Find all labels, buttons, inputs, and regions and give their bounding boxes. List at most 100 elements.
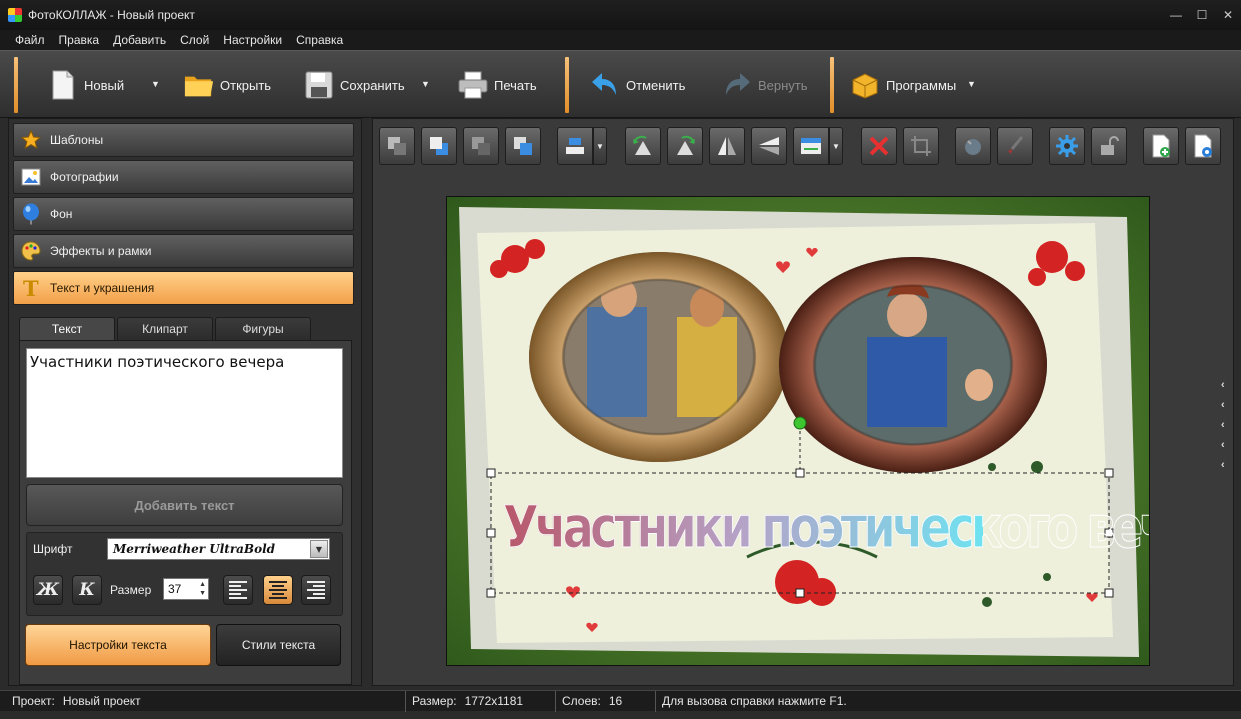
section-templates[interactable]: Шаблоны — [13, 123, 354, 157]
canvas-caption-text[interactable]: Участники поэтического вечера — [503, 487, 1149, 567]
settings-button[interactable] — [1049, 127, 1085, 165]
spin-arrows-icon[interactable]: ▲ ▼ — [199, 580, 206, 598]
lock-button[interactable] — [1091, 127, 1127, 165]
tab-clipart[interactable]: Клипарт — [117, 317, 213, 341]
maximize-button[interactable]: ☐ — [1189, 0, 1215, 30]
balloon-icon — [20, 203, 42, 225]
floppy-disk-icon — [304, 70, 334, 100]
fit-button[interactable] — [793, 127, 829, 165]
caption-text-input[interactable]: Участники поэтического вечера — [26, 348, 343, 478]
menu-layer[interactable]: Слой — [173, 33, 216, 47]
align-left-button[interactable] — [223, 575, 253, 605]
bring-to-front-button[interactable] — [421, 127, 457, 165]
canvas-toolbar: ▼ ▼ — [379, 127, 1229, 167]
undo-label: Отменить — [626, 77, 686, 93]
effects-button[interactable] — [955, 127, 991, 165]
left-panel: Шаблоны Фотографии Фон Эффекты и рамки T… — [8, 118, 362, 686]
star-icon — [20, 129, 42, 151]
new-dropdown-caret[interactable]: ▼ — [151, 79, 160, 89]
section-text-decorations[interactable]: T Текст и украшения — [13, 271, 354, 305]
menu-settings[interactable]: Настройки — [216, 33, 289, 47]
collapse-arrows[interactable]: ‹ ‹ ‹ ‹ ‹ — [1221, 375, 1231, 475]
save-label: Сохранить — [340, 77, 405, 93]
programs-button[interactable]: Программы — [850, 61, 956, 109]
section-photos[interactable]: Фотографии — [13, 160, 354, 194]
menu-help[interactable]: Справка — [289, 33, 350, 47]
collage-artwork — [447, 197, 1149, 665]
brush-icon — [1008, 136, 1024, 154]
size-label: Размер — [110, 583, 152, 597]
bold-button[interactable]: Ж — [33, 575, 63, 605]
minimize-button[interactable]: — — [1163, 0, 1189, 30]
tab-text[interactable]: Текст — [19, 317, 115, 341]
menu-file[interactable]: Файл — [8, 33, 52, 47]
text-settings-button[interactable]: Настройки текста — [25, 624, 211, 666]
collapse-arrow-icon[interactable]: ‹ — [1221, 415, 1231, 435]
rotate-right-button[interactable] — [667, 127, 703, 165]
collage-canvas[interactable]: Участники поэтического вечера — [446, 196, 1150, 666]
rotate-left-button[interactable] — [625, 127, 661, 165]
align-left-icon — [229, 581, 247, 599]
font-family-select[interactable]: Merriweather UltraBold ▼ — [107, 538, 330, 560]
programs-label: Программы — [886, 77, 957, 93]
save-button[interactable]: Сохранить — [304, 61, 405, 109]
send-backward-icon — [472, 137, 490, 155]
align-objects-icon — [566, 138, 584, 154]
align-button[interactable] — [557, 127, 593, 165]
print-label: Печать — [494, 77, 537, 93]
collapse-arrow-icon[interactable]: ‹ — [1221, 395, 1231, 415]
add-text-button[interactable]: Добавить текст — [26, 484, 343, 526]
align-center-button[interactable] — [263, 575, 293, 605]
programs-dropdown-caret[interactable]: ▼ — [967, 79, 976, 89]
menu-add[interactable]: Добавить — [106, 33, 173, 47]
flip-vertical-icon — [759, 137, 779, 155]
title-bar: ФотоКОЛЛАЖ - Новый проект — ☐ ✕ — [0, 0, 1241, 30]
undo-button[interactable]: Отменить — [590, 61, 685, 109]
section-effects[interactable]: Эффекты и рамки — [13, 234, 354, 268]
status-size: Размер: 1772x1181 — [406, 690, 556, 712]
align-dropdown[interactable]: ▼ — [593, 127, 607, 165]
print-button[interactable]: Печать — [458, 61, 537, 109]
photo-icon — [20, 166, 42, 188]
flip-vertical-button[interactable] — [751, 127, 787, 165]
send-backward-button[interactable] — [463, 127, 499, 165]
add-page-button[interactable] — [1143, 127, 1179, 165]
collapse-arrow-icon[interactable]: ‹ — [1221, 375, 1231, 395]
text-styles-button[interactable]: Стили текста — [216, 624, 341, 666]
add-page-icon — [1152, 134, 1170, 158]
status-layers-key: Слоев: — [562, 694, 601, 708]
section-background[interactable]: Фон — [13, 197, 354, 231]
save-dropdown-caret[interactable]: ▼ — [421, 79, 430, 89]
crop-icon — [911, 136, 931, 156]
close-button[interactable]: ✕ — [1215, 0, 1241, 30]
bring-forward-button[interactable] — [505, 127, 541, 165]
rotate-right-icon — [677, 135, 695, 155]
section-background-label: Фон — [50, 207, 73, 221]
chevron-down-icon[interactable]: ▼ — [310, 540, 328, 558]
redo-arrow-icon — [722, 70, 752, 100]
collapse-arrow-icon[interactable]: ‹ — [1221, 435, 1231, 455]
bring-forward-icon — [514, 137, 532, 155]
send-to-back-button[interactable] — [379, 127, 415, 165]
printer-icon — [458, 70, 488, 100]
crop-button[interactable] — [903, 127, 939, 165]
tab-shapes[interactable]: Фигуры — [215, 317, 311, 341]
delete-button[interactable] — [861, 127, 897, 165]
redo-label: Вернуть — [758, 77, 808, 93]
effects-sphere-icon — [965, 139, 981, 155]
italic-button[interactable]: К — [72, 575, 102, 605]
font-size-stepper[interactable]: 37 ▲ ▼ — [163, 578, 209, 600]
new-button[interactable]: Новый — [48, 61, 124, 109]
redo-button[interactable]: Вернуть — [722, 61, 808, 109]
align-right-button[interactable] — [301, 575, 331, 605]
delete-x-icon — [869, 136, 889, 156]
flip-horizontal-button[interactable] — [709, 127, 745, 165]
toolbar-separator — [830, 57, 834, 113]
brush-button[interactable] — [997, 127, 1033, 165]
page-settings-button[interactable] — [1185, 127, 1221, 165]
open-button[interactable]: Открыть — [184, 61, 271, 109]
fit-dropdown[interactable]: ▼ — [829, 127, 843, 165]
menu-edit[interactable]: Правка — [52, 33, 107, 47]
collapse-arrow-icon[interactable]: ‹ — [1221, 455, 1231, 475]
menu-bar: Файл Правка Добавить Слой Настройки Спра… — [0, 30, 1241, 50]
